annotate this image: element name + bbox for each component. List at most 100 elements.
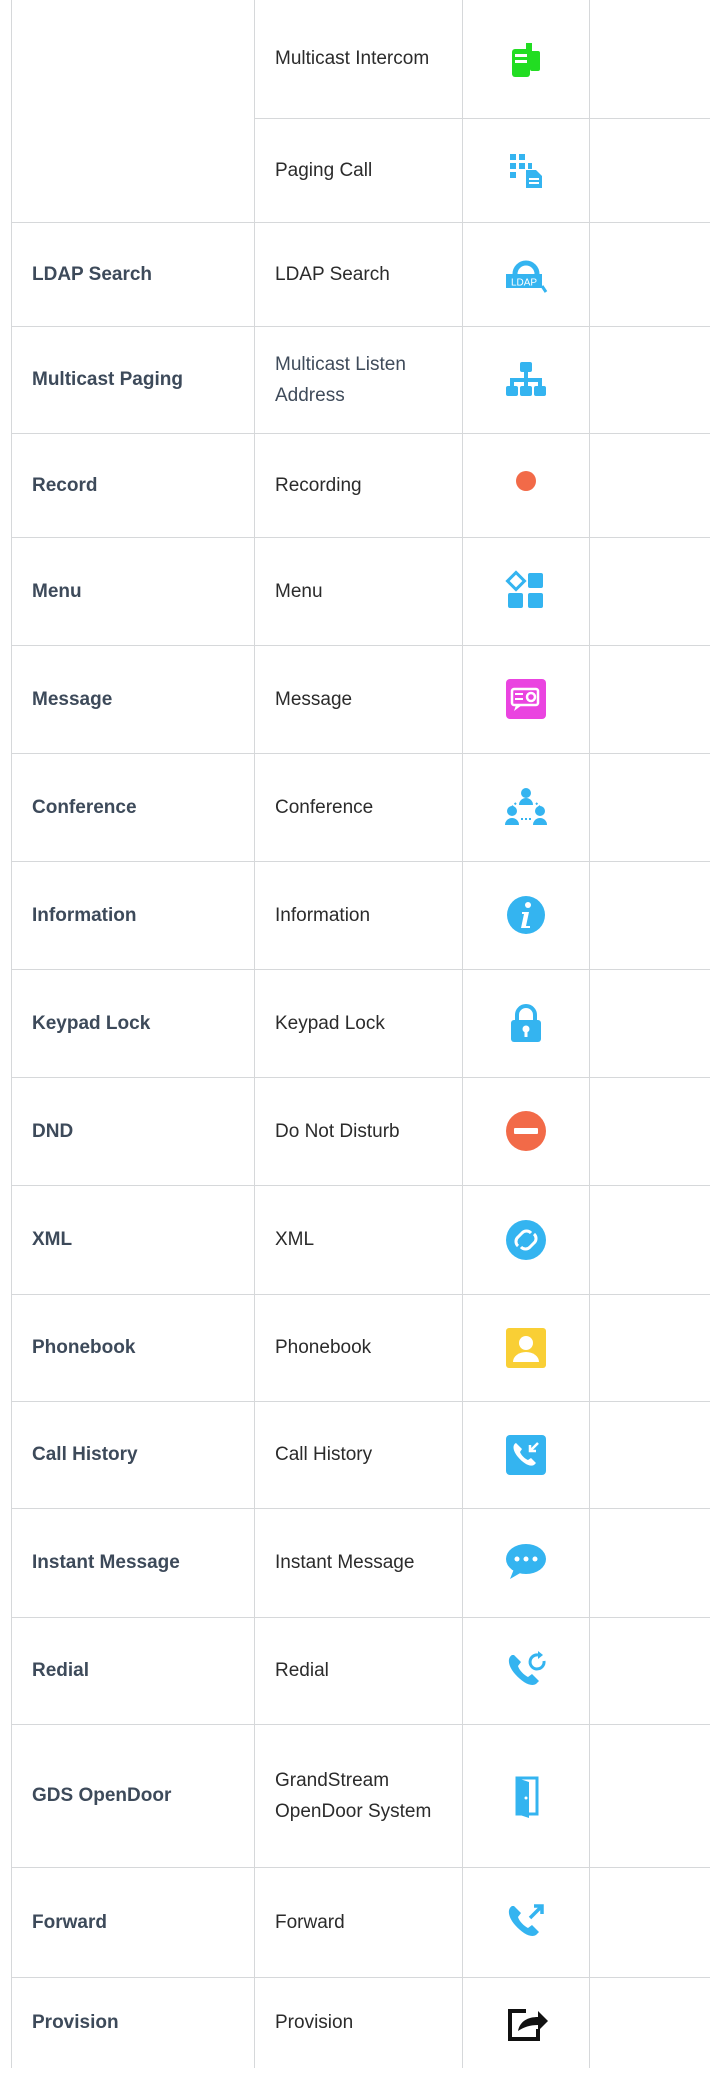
function-cell — [11, 0, 255, 223]
display-name-cell: Paging Call — [254, 117, 463, 223]
table-row: Conference Conference — [11, 752, 710, 862]
table-row: Forward Forward — [11, 1866, 710, 1978]
icon-cell — [462, 1616, 590, 1725]
forward-icon — [508, 1904, 544, 1936]
empty-cell — [589, 644, 710, 754]
table-row: DND Do Not Disturb — [11, 1076, 710, 1186]
icon-cell — [462, 968, 590, 1078]
display-name-cell: Forward — [254, 1866, 463, 1978]
table-row: LDAP Search LDAP Search LDAP — [11, 221, 710, 327]
redial-icon — [508, 1650, 546, 1685]
function-cell: Provision — [11, 1976, 255, 2068]
empty-cell — [589, 860, 710, 970]
conference-icon — [505, 788, 547, 825]
table-row: XML XML — [11, 1184, 710, 1295]
keypad-lock-icon — [511, 1004, 541, 1042]
display-name-cell: Redial — [254, 1616, 463, 1725]
empty-cell — [589, 325, 710, 434]
function-cell: Multicast Paging — [11, 325, 255, 434]
empty-cell — [589, 1507, 710, 1618]
instant-message-icon — [506, 1543, 546, 1579]
display-name-cell: LDAP Search — [254, 221, 463, 327]
display-name-cell: Keypad Lock — [254, 968, 463, 1078]
icon-cell — [462, 644, 590, 754]
display-name-cell: Provision — [254, 1976, 463, 2068]
table-row: Record Recording — [11, 432, 710, 538]
function-cell: Forward — [11, 1866, 255, 1978]
icon-cell — [462, 1293, 590, 1402]
display-name-cell: Information — [254, 860, 463, 970]
table-row: Redial Redial — [11, 1616, 710, 1725]
empty-cell — [589, 1723, 710, 1868]
empty-cell — [589, 1076, 710, 1186]
display-name-cell: Do Not Disturb — [254, 1076, 463, 1186]
table-row: Message Message — [11, 644, 710, 754]
icon-cell — [462, 1507, 590, 1618]
table-row: Menu Menu — [11, 536, 710, 646]
display-name-cell: Phonebook — [254, 1293, 463, 1402]
function-cell: Message — [11, 644, 255, 754]
table-row: Information Information — [11, 860, 710, 970]
function-cell: XML — [11, 1184, 255, 1295]
ldap-search-icon: LDAP — [506, 260, 548, 293]
display-name-cell: Menu — [254, 536, 463, 646]
icon-cell — [462, 0, 590, 119]
table-row: Call History Call History — [11, 1400, 710, 1509]
display-name-cell: Recording — [254, 432, 463, 538]
multicast-intercom-icon — [512, 42, 540, 77]
gds-opendoor-icon — [515, 1776, 539, 1818]
display-name-cell: Call History — [254, 1400, 463, 1509]
icon-cell — [462, 752, 590, 862]
information-icon — [507, 896, 545, 934]
function-cell: Menu — [11, 536, 255, 646]
icon-cell: LDAP — [462, 221, 590, 327]
display-name-cell: Multicast Listen Address — [254, 325, 463, 434]
icon-cell — [462, 1400, 590, 1509]
multicast-listen-address-icon — [506, 361, 546, 396]
function-cell: DND — [11, 1076, 255, 1186]
icon-cell — [462, 117, 590, 223]
display-name-cell: GrandStream OpenDoor System — [254, 1723, 463, 1868]
menu-icon — [505, 570, 543, 608]
empty-cell — [589, 0, 710, 119]
function-cell: Conference — [11, 752, 255, 862]
empty-cell — [589, 1866, 710, 1978]
empty-cell — [589, 1976, 710, 2068]
icon-cell — [462, 432, 590, 538]
function-cell: Information — [11, 860, 255, 970]
empty-cell — [589, 1184, 710, 1295]
icon-cell — [462, 1866, 590, 1978]
svg-text:LDAP: LDAP — [511, 278, 537, 289]
table-row: Multicast Paging Multicast Listen Addres… — [11, 325, 710, 434]
table-row: Provision Provision — [11, 1976, 710, 2068]
display-name-cell: Conference — [254, 752, 463, 862]
empty-cell — [589, 752, 710, 862]
feature-icon-table: Multicast Intercom Paging Call LDAP Sear… — [11, 0, 710, 2068]
table-row: Instant Message Instant Message — [11, 1507, 710, 1618]
paging-call-icon — [510, 154, 542, 188]
empty-cell — [589, 221, 710, 327]
phonebook-icon — [506, 1327, 546, 1368]
empty-cell — [589, 536, 710, 646]
icon-cell — [462, 860, 590, 970]
provision-icon — [508, 2008, 548, 2041]
recording-icon — [516, 471, 536, 491]
function-cell: Phonebook — [11, 1293, 255, 1402]
display-name-cell: Message — [254, 644, 463, 754]
xml-icon — [506, 1219, 546, 1260]
icon-cell — [462, 1184, 590, 1295]
empty-cell — [589, 968, 710, 1078]
function-cell: GDS OpenDoor — [11, 1723, 255, 1868]
function-cell: Instant Message — [11, 1507, 255, 1618]
table-row: GDS OpenDoor GrandStream OpenDoor System — [11, 1723, 710, 1868]
display-name-cell: Instant Message — [254, 1507, 463, 1618]
message-icon — [506, 679, 546, 719]
icon-cell — [462, 536, 590, 646]
empty-cell — [589, 1616, 710, 1725]
empty-cell — [589, 1293, 710, 1402]
function-cell: Record — [11, 432, 255, 538]
function-cell: Redial — [11, 1616, 255, 1725]
table-row: Keypad Lock Keypad Lock — [11, 968, 710, 1078]
icon-cell — [462, 1723, 590, 1868]
empty-cell — [589, 1400, 710, 1509]
